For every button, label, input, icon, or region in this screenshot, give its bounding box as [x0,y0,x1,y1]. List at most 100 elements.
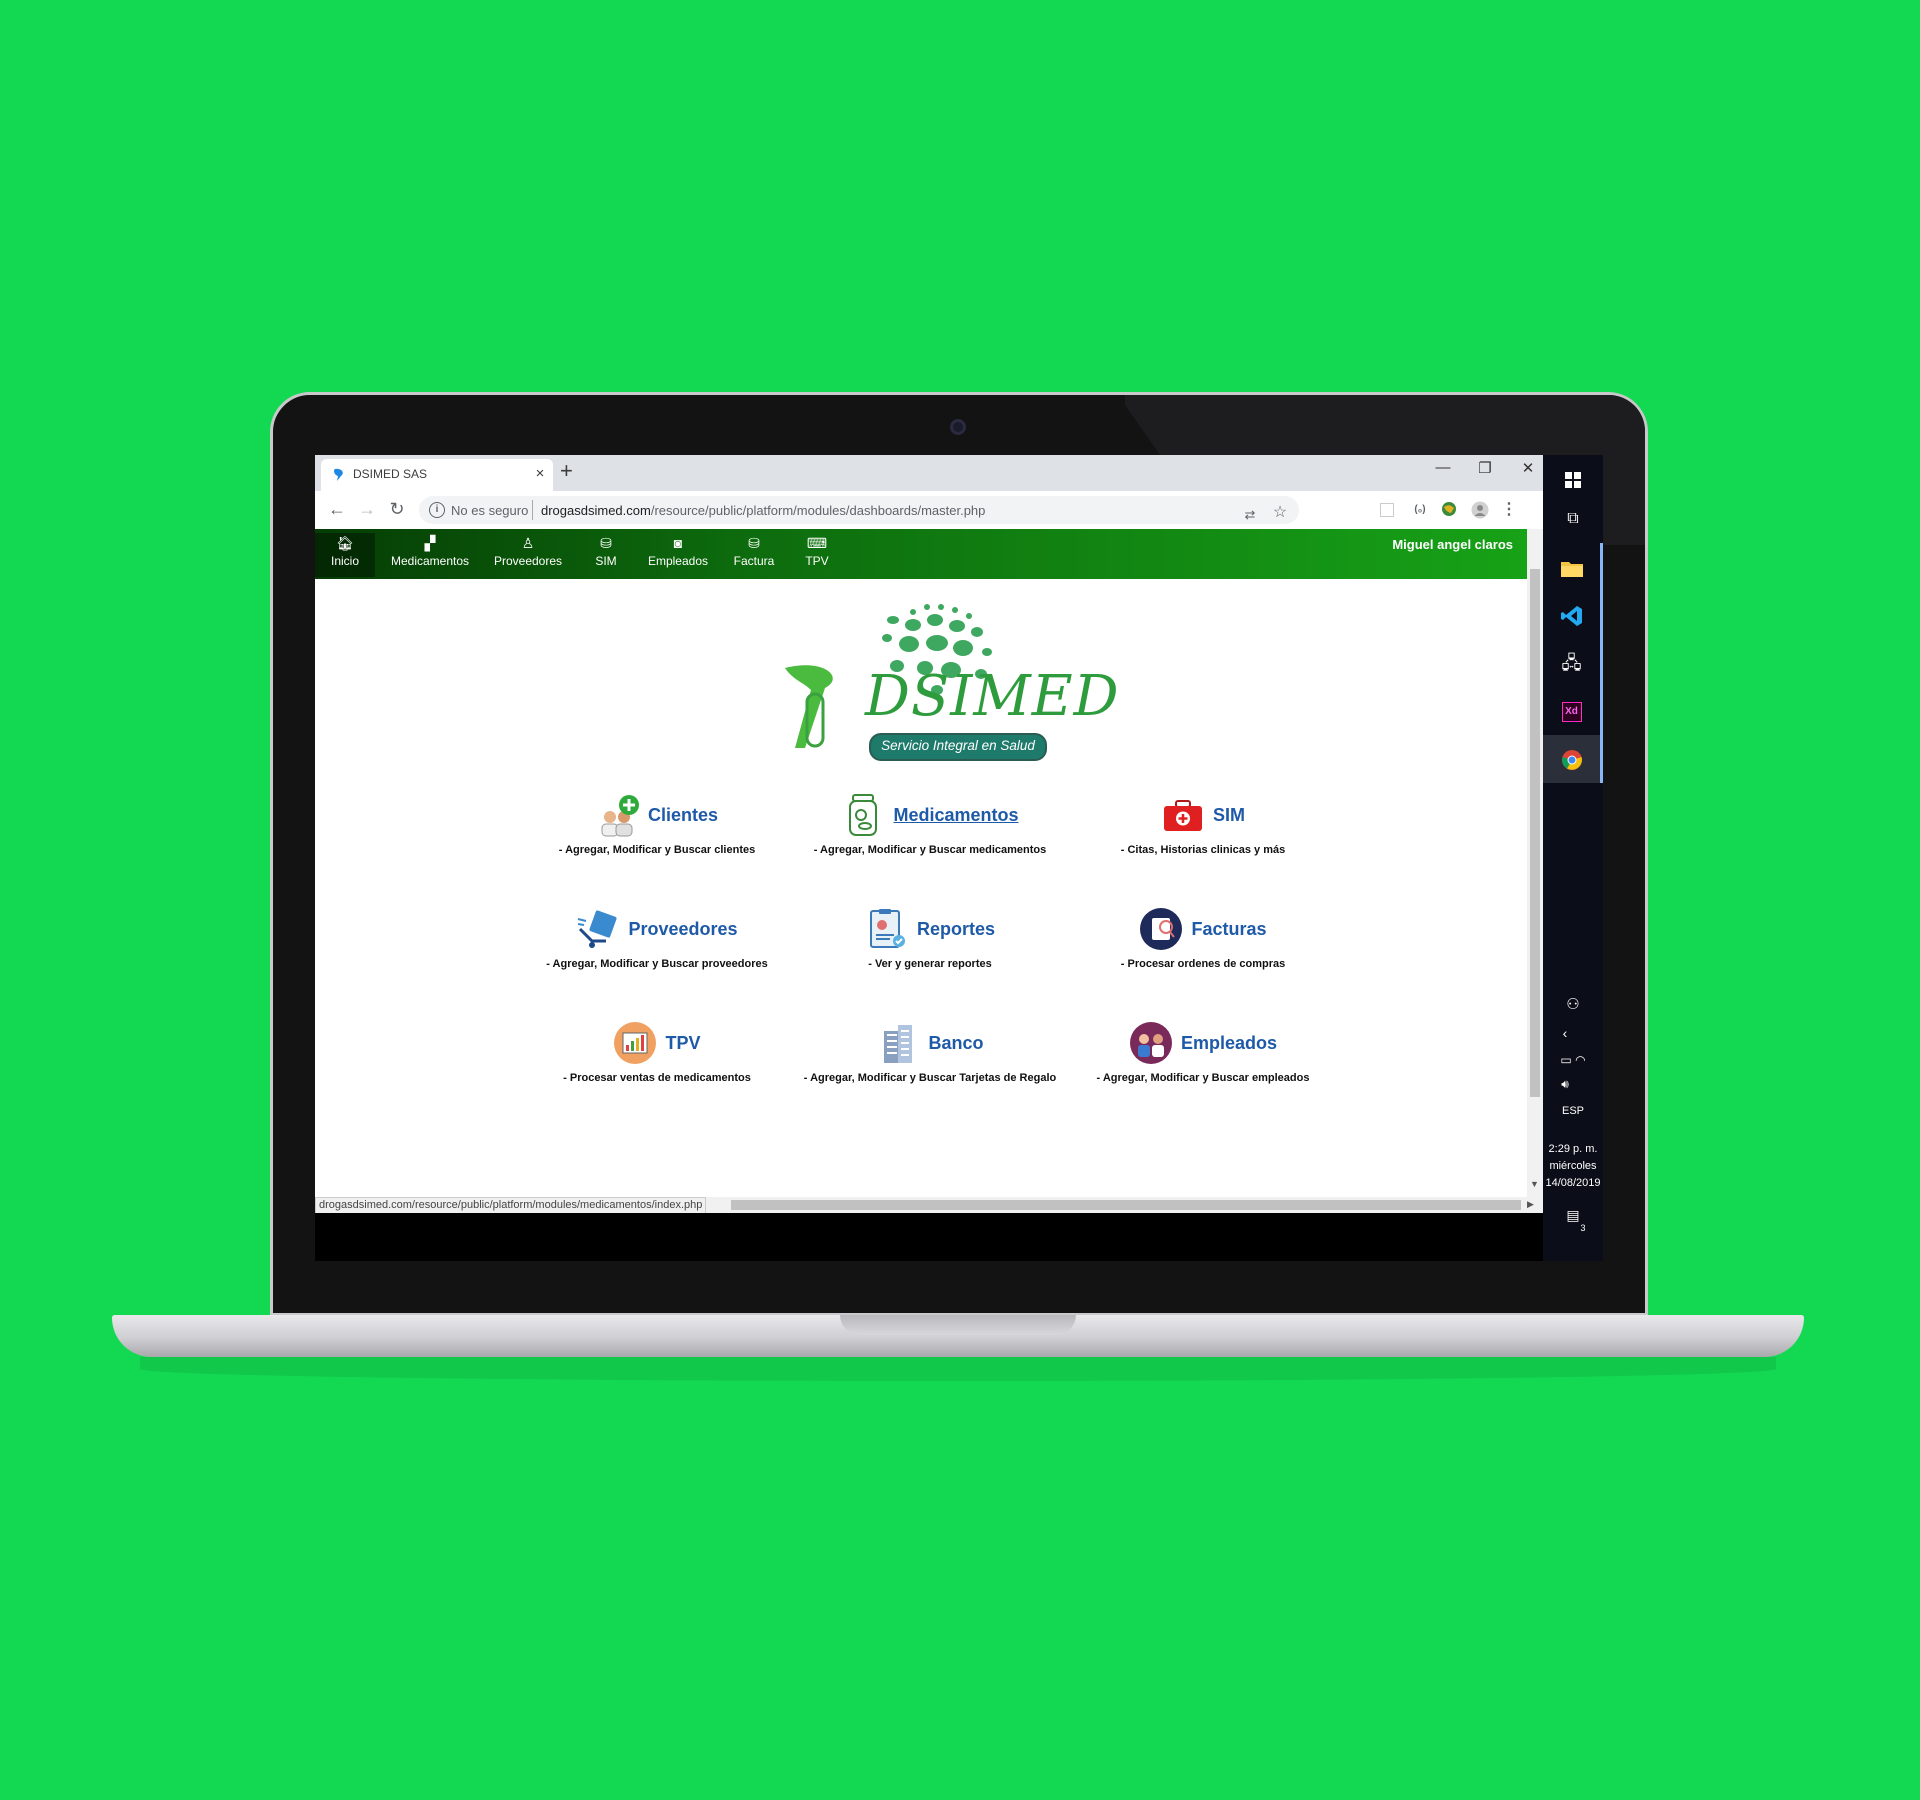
profile-avatar-icon[interactable] [1471,501,1489,519]
clock-day: miércoles [1549,1160,1597,1172]
restore-button[interactable]: ❐ [1470,459,1500,477]
module-description: - Agregar, Modificar y Buscar medicament… [813,844,1047,856]
nav-item-label: TPV [805,554,829,568]
module-description: - Agregar, Modificar y Buscar clientes [558,844,756,856]
horizontal-scroll-thumb[interactable] [731,1200,1521,1210]
module-tpv[interactable]: TPV - Procesar ventas de medicamentos [522,1018,792,1088]
chrome-icon[interactable] [1543,735,1603,783]
new-tab-button[interactable]: + [560,458,573,484]
adobe-xd-icon[interactable]: Xd [1543,687,1603,735]
extension-globe-icon[interactable] [1440,501,1458,519]
network-app-icon[interactable]: 🖧 [1543,639,1603,687]
laptop-shadow [140,1357,1776,1381]
module-sim[interactable]: SIM - Citas, Historias clinicas y más [1068,790,1338,860]
module-facturas[interactable]: Facturas - Procesar ordenes de compras [1068,904,1338,974]
clock-time[interactable]: 2:29 p. m. [1543,1143,1603,1155]
database-icon: ⛁ [748,535,760,551]
action-center-icon[interactable]: ▤ [1543,1207,1603,1224]
user-name[interactable]: Miguel angel claros [1392,537,1513,552]
windows-taskbar: ⧉ 🖧 Xd ⚇ ‹ ▭ ◠ 🔊︎ ESP 2:29 p. m. miércol… [1543,455,1603,1261]
nav-item-empleados[interactable]: ◙ Empleados [645,533,711,577]
medicine-jar-icon [849,794,878,836]
employees-icon [1129,1022,1172,1064]
laptop-screen: DSIMED SAS × + — ❐ ✕ ← → ↻ i No es segur… [315,455,1603,1261]
volume-icon[interactable]: 🔊︎ [1535,1077,1595,1092]
module-description: - Procesar ordenes de compras [1120,958,1286,970]
address-bar[interactable]: i No es seguro drogasdsimed.com/resource… [419,496,1299,524]
module-description: - Ver y generar reportes [868,958,992,970]
nav-item-label: Medicamentos [390,554,470,568]
nav-item-inicio[interactable]: 🏠︎ Inicio [315,533,375,577]
database-icon: ⛁ [600,535,612,551]
nav-item-medicamentos[interactable]: ▞ Medicamentos [387,533,473,577]
browser-tabbar: DSIMED SAS × + — ❐ ✕ [315,455,1543,491]
module-title[interactable]: TPV [665,1033,700,1054]
nav-item-label: Factura [733,554,775,568]
module-description: - Agregar, Modificar y Buscar empleados [1096,1072,1310,1084]
dsimed-favicon-icon [334,468,343,481]
logo-wordmark: DSIMED [865,664,1120,729]
delivery-icon [578,910,618,948]
not-secure-label: No es seguro [451,503,529,518]
camera-icon: ◙ [673,535,683,551]
module-clientes[interactable]: Clientes - Agregar, Modificar y Buscar c… [522,790,792,860]
module-title[interactable]: Medicamentos [893,805,1018,826]
app-navbar: 🏠︎ Inicio ▞ Medicamentos ♙ Proveedores ⛁… [315,529,1527,579]
people-icon[interactable]: ⚇ [1543,995,1603,1013]
translate-icon[interactable]: ⇄ [1241,506,1259,524]
module-title[interactable]: Banco [928,1033,983,1054]
module-empleados[interactable]: Empleados - Agregar, Modificar y Buscar … [1068,1018,1338,1088]
tray-chevron-icon[interactable]: ‹ [1535,1025,1595,1041]
extension-square-icon[interactable] [1380,503,1394,517]
logo-tagline: Servicio Integral en Salud [869,733,1047,761]
module-proveedores[interactable]: Proveedores - Agregar, Modificar y Busca… [522,904,792,974]
extension-braces-icon[interactable]: (₀) [1411,501,1429,519]
module-title[interactable]: Reportes [917,919,995,940]
webcam [950,419,966,435]
forward-arrow-icon[interactable]: → [355,499,379,520]
module-title[interactable]: Facturas [1191,919,1266,940]
file-explorer-icon[interactable] [1543,543,1603,591]
vscode-icon[interactable] [1543,591,1603,639]
back-arrow-icon[interactable]: ← [325,499,349,520]
browser-tab[interactable]: DSIMED SAS × [321,459,553,491]
nav-item-factura[interactable]: ⛁ Factura [729,533,779,577]
nav-item-label: SIM [595,554,617,568]
url-text[interactable]: drogasdsimed.com/resource/public/platfor… [541,503,985,518]
vertical-scroll-thumb[interactable] [1530,569,1540,1097]
reload-icon[interactable]: ↻ [385,499,409,520]
menu-kebab-icon[interactable]: ⋮ [1500,501,1518,519]
module-title[interactable]: Clientes [648,805,718,826]
module-medicamentos[interactable]: Medicamentos - Agregar, Modificar y Busc… [795,790,1065,860]
home-icon: 🏠︎ [336,535,354,551]
screen-bottom-bezel [315,1213,1543,1261]
browser-toolbar: ← → ↻ i No es seguro drogasdsimed.com/re… [315,491,1543,530]
nav-item-tpv[interactable]: ⌨ TPV [797,533,837,577]
module-reportes[interactable]: Reportes - Ver y generar reportes [795,904,1065,974]
clients-icon [601,795,639,837]
dsimed-logo: DSIMED Servicio Integral en Salud [785,598,1119,774]
minimize-button[interactable]: — [1428,459,1458,476]
nav-item-proveedores[interactable]: ♙ Proveedores [491,533,565,577]
vertical-scrollbar[interactable]: ▼ [1527,529,1543,1197]
module-title[interactable]: SIM [1213,805,1245,826]
scroll-down-arrow-icon[interactable]: ▼ [1530,1179,1539,1189]
module-title[interactable]: Empleados [1181,1033,1277,1054]
report-icon [869,909,905,948]
tab-close-icon[interactable]: × [531,465,549,482]
bookmark-star-icon[interactable]: ☆ [1271,504,1289,522]
module-banco[interactable]: Banco - Agregar, Modificar y Buscar Tarj… [795,1018,1065,1088]
task-view-icon[interactable]: ⧉ [1543,495,1603,543]
battery-wifi-icon[interactable]: ▭ ◠ [1543,1053,1603,1067]
module-description: - Citas, Historias clinicas y más [1120,844,1286,856]
nav-item-sim[interactable]: ⛁ SIM [587,533,625,577]
module-title[interactable]: Proveedores [628,919,737,940]
scroll-right-arrow-icon[interactable]: ▶ [1527,1199,1534,1210]
nav-item-label: Inicio [330,554,359,568]
close-window-button[interactable]: ✕ [1513,459,1543,477]
nav-item-label: Proveedores [493,554,563,568]
clock-date: 14/08/2019 [1545,1177,1601,1189]
info-icon[interactable]: i [429,502,445,518]
tab-title: DSIMED SAS [353,467,428,481]
language-indicator[interactable]: ESP [1543,1105,1603,1117]
